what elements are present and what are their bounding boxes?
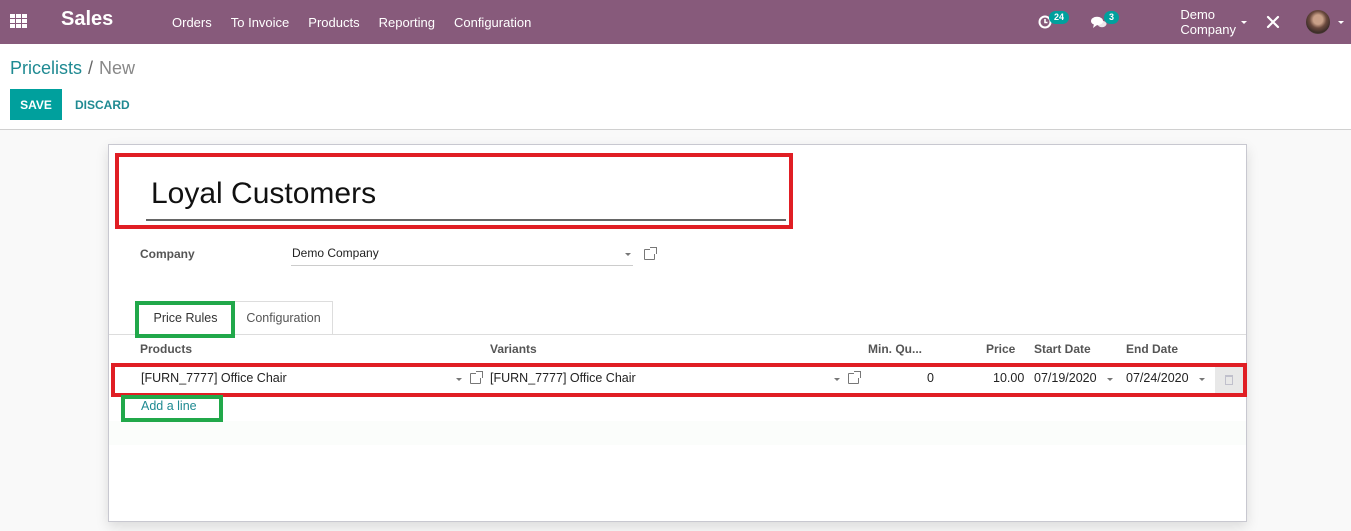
main-menu: Orders To Invoice Products Reporting Con…: [172, 0, 550, 44]
chevron-down-icon[interactable]: [456, 378, 462, 381]
start-date-field[interactable]: 07/19/2020: [1034, 371, 1097, 385]
external-link-icon[interactable]: [848, 371, 861, 384]
activity-menu[interactable]: 24: [1038, 0, 1072, 44]
external-link-icon[interactable]: [470, 371, 483, 384]
company-value: Demo Company: [292, 246, 379, 260]
table-footer: [109, 421, 1246, 445]
column-header-products[interactable]: Products: [140, 342, 192, 356]
company-label: Company: [140, 247, 195, 261]
highlight-box-name: Loyal Customers: [115, 153, 793, 229]
breadcrumb-current: New: [99, 58, 136, 78]
control-panel: Pricelists / New SAVE DISCARD: [0, 44, 1351, 130]
notebook-tabs: Price Rules Configuration: [109, 301, 1246, 335]
save-button[interactable]: SAVE: [10, 89, 62, 120]
app-name[interactable]: Sales: [61, 8, 113, 31]
variant-field[interactable]: [FURN_7777] Office Chair: [490, 371, 636, 385]
menu-reporting[interactable]: Reporting: [379, 15, 435, 30]
column-header-variants[interactable]: Variants: [490, 342, 537, 356]
messages-menu[interactable]: 3: [1090, 0, 1122, 44]
add-line-link[interactable]: Add a line: [141, 399, 197, 413]
debug-tools[interactable]: [1266, 0, 1280, 44]
external-link-icon[interactable]: [644, 247, 657, 260]
product-field[interactable]: [FURN_7777] Office Chair: [141, 371, 287, 385]
menu-products[interactable]: Products: [308, 15, 359, 30]
tab-price-rules[interactable]: Price Rules: [137, 301, 234, 335]
messages-badge: 3: [1103, 10, 1119, 24]
company-name: Demo Company: [1180, 7, 1236, 37]
activity-badge: 24: [1048, 10, 1069, 24]
pricelist-name-input[interactable]: Loyal Customers: [146, 175, 786, 221]
chevron-down-icon: [1241, 20, 1247, 24]
breadcrumb-pricelists[interactable]: Pricelists: [10, 58, 82, 78]
column-header-min-qty[interactable]: Min. Qu...: [868, 342, 922, 356]
breadcrumb-separator: /: [88, 58, 94, 78]
column-header-start-date[interactable]: Start Date: [1034, 342, 1091, 356]
company-field[interactable]: Demo Company: [291, 246, 633, 266]
menu-to-invoice[interactable]: To Invoice: [231, 15, 290, 30]
price-field[interactable]: 10.00: [993, 371, 1024, 385]
end-date-field[interactable]: 07/24/2020: [1126, 371, 1189, 385]
chevron-down-icon: [1338, 20, 1344, 24]
user-menu[interactable]: [1306, 0, 1344, 44]
chevron-down-icon[interactable]: [834, 378, 840, 381]
tab-configuration[interactable]: Configuration: [234, 301, 333, 335]
company-switcher[interactable]: Demo Company: [1180, 0, 1247, 44]
trash-icon: [1225, 375, 1233, 385]
column-header-price[interactable]: Price: [986, 342, 1015, 356]
column-header-end-date[interactable]: End Date: [1126, 342, 1178, 356]
breadcrumb: Pricelists / New: [10, 58, 135, 79]
chevron-down-icon[interactable]: [1199, 378, 1205, 381]
chevron-down-icon[interactable]: [625, 253, 631, 256]
discard-button[interactable]: DISCARD: [75, 89, 130, 120]
min-qty-field[interactable]: 0: [927, 371, 934, 385]
chevron-down-icon[interactable]: [1107, 378, 1113, 381]
top-navbar: Sales Orders To Invoice Products Reporti…: [0, 0, 1351, 44]
form-sheet: Loyal Customers Company Demo Company Pri…: [108, 144, 1247, 522]
tools-icon: [1266, 15, 1280, 29]
apps-grid-icon[interactable]: [10, 14, 28, 28]
delete-row-button[interactable]: [1215, 367, 1243, 393]
user-avatar: [1306, 10, 1330, 34]
menu-orders[interactable]: Orders: [172, 15, 212, 30]
menu-configuration[interactable]: Configuration: [454, 15, 531, 30]
